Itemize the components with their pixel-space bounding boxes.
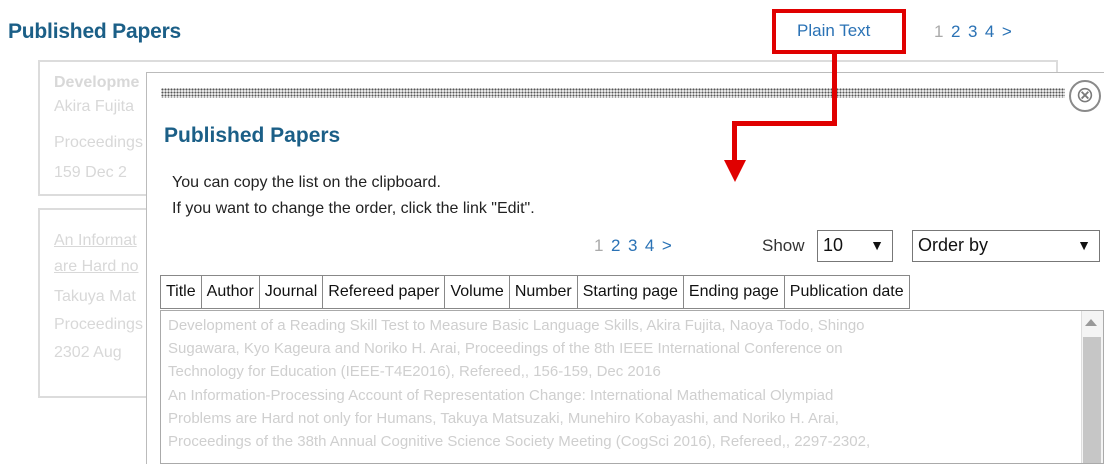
dialog-title: Published Papers [164, 124, 341, 147]
dialog-pagination: 1 2 3 4 > [594, 236, 679, 256]
dialog-page-link-3[interactable]: 3 [628, 236, 638, 255]
annotation-highlight-box [772, 9, 906, 54]
chevron-down-icon: ▼ [870, 237, 884, 253]
output-line: Sugawara, Kyo Kageura and Noriko H. Arai… [168, 340, 843, 357]
output-line: Problems are Hard not only for Humans, T… [168, 410, 839, 427]
scrollbar-thumb[interactable] [1083, 337, 1101, 463]
paper-card-authors: Akira Fujita [54, 98, 135, 115]
dialog-page-next-link[interactable]: > [662, 236, 672, 255]
output-line: Technology for Education (IEEE-T4E2016),… [168, 363, 661, 380]
dialog-page-link-1: 1 [594, 236, 604, 255]
output-line: Development of a Reading Skill Test to M… [168, 317, 865, 334]
chevron-down-icon: ▼ [1077, 237, 1091, 253]
order-by-value: Order by [918, 235, 989, 255]
paper-card-title-cont[interactable]: are Hard no [54, 258, 139, 276]
column-header-volume[interactable]: Volume [444, 275, 510, 309]
close-icon[interactable]: ⊗ [1069, 80, 1101, 112]
page-pagination: 1 2 3 4 > [934, 22, 1019, 42]
column-header-publication-date[interactable]: Publication date [783, 275, 910, 309]
output-line: An Information-Processing Account of Rep… [168, 387, 834, 404]
paper-card-pages: 2302 Aug [54, 344, 122, 361]
show-count-value: 10 [823, 235, 844, 255]
annotation-arrow-horizontal [732, 121, 837, 126]
dialog-instruction-edit: If you want to change the order, click t… [172, 200, 535, 217]
dialog-instruction-copy: You can copy the list on the clipboard. [172, 174, 441, 191]
column-header-title[interactable]: Title [160, 275, 202, 309]
show-count-select[interactable]: 10 ▼ [817, 230, 893, 262]
annotation-arrow-vertical-2 [732, 121, 737, 163]
column-header-number[interactable]: Number [508, 275, 578, 309]
column-header-journal[interactable]: Journal [258, 275, 324, 309]
order-by-select[interactable]: Order by ▼ [912, 230, 1100, 262]
paper-card-journal: Proceedings [54, 134, 143, 151]
column-header-author[interactable]: Author [200, 275, 260, 309]
column-header-refereed[interactable]: Refereed paper [322, 275, 446, 309]
page-next-link[interactable]: > [1002, 22, 1012, 41]
show-count-label: Show [762, 236, 805, 255]
dialog-drag-handle[interactable] [161, 88, 1065, 98]
paper-card-title[interactable]: Developme [54, 74, 139, 92]
dialog-page-link-4[interactable]: 4 [645, 236, 655, 255]
paper-card-authors: Takuya Mat [54, 288, 136, 305]
paper-card-pages: 159 Dec 2 [54, 164, 127, 181]
plain-text-output[interactable]: Development of a Reading Skill Test to M… [160, 310, 1104, 464]
output-line: Proceedings of the 38th Annual Cognitive… [168, 433, 871, 450]
page-title: Published Papers [8, 20, 182, 43]
page-link-4[interactable]: 4 [985, 22, 995, 41]
annotation-arrow-head [724, 160, 746, 182]
dialog-page-link-2[interactable]: 2 [611, 236, 621, 255]
column-header-starting-page[interactable]: Starting page [576, 275, 684, 309]
paper-card-title[interactable]: An Informat [54, 232, 137, 250]
scroll-up-icon[interactable] [1085, 319, 1097, 326]
column-header-table: Title Author Journal Refereed paper Volu… [160, 275, 910, 309]
column-header-ending-page[interactable]: Ending page [682, 275, 785, 309]
page-link-1: 1 [934, 22, 944, 41]
annotation-arrow-vertical-1 [832, 52, 837, 126]
page-link-3[interactable]: 3 [968, 22, 978, 41]
paper-card-journal: Proceedings [54, 316, 143, 333]
page-link-2[interactable]: 2 [951, 22, 961, 41]
